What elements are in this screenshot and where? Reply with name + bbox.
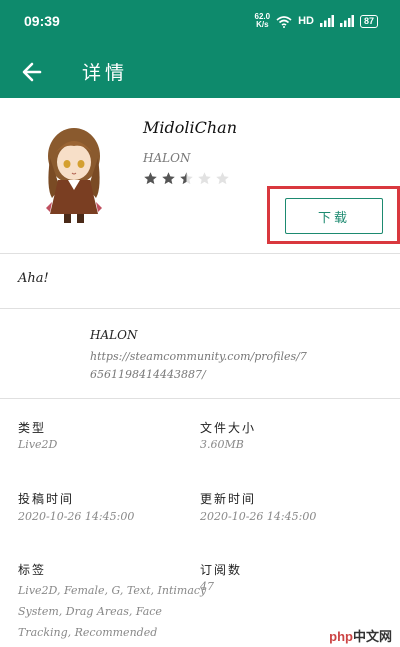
- type-label: 类型: [18, 421, 47, 435]
- arrow-left-icon: [22, 62, 42, 82]
- creator-block: HALON https://steamcommunity.com/profile…: [90, 328, 310, 384]
- submitted-label: 投稿时间: [18, 492, 75, 506]
- updated-label: 更新时间: [200, 492, 257, 506]
- page-title: 详情: [82, 62, 129, 84]
- star-filled-icon: [144, 172, 157, 185]
- size-label: 文件大小: [200, 421, 257, 435]
- hd-label: HD: [298, 15, 314, 27]
- status-time: 09:39: [24, 13, 60, 29]
- app-author: HALON: [143, 151, 191, 165]
- description-text: Aha!: [18, 271, 49, 286]
- divider: [0, 398, 400, 399]
- download-button[interactable]: 下载: [285, 198, 383, 234]
- watermark-suffix: 中文网: [352, 629, 392, 644]
- app-name: MidoliChan: [143, 118, 237, 137]
- star-empty-icon: [198, 172, 211, 185]
- network-speed: 62.0 K/s: [255, 13, 271, 29]
- star-half-icon: [180, 172, 193, 185]
- battery-icon: 87: [359, 14, 378, 28]
- app-bar: 详情: [0, 46, 400, 98]
- back-button[interactable]: [18, 58, 48, 86]
- subscriptions-label: 订阅数: [200, 563, 243, 577]
- watermark-logo: php中文网: [329, 626, 392, 645]
- rating-stars: [143, 171, 230, 186]
- submitted-value: 2020-10-26 14:45:00: [18, 510, 135, 523]
- signal-icon-2: [339, 15, 354, 27]
- wifi-icon: [276, 15, 292, 28]
- tags-value: Live2D, Female, G, Text, Intimacy System…: [18, 584, 207, 639]
- star-empty-icon: [216, 172, 229, 185]
- status-bar: 09:39 62.0 K/s HD 87: [0, 0, 400, 46]
- creator-link[interactable]: https://steamcommunity.com/profiles/7656…: [90, 348, 310, 384]
- watermark-brand: php: [329, 629, 353, 644]
- star-filled-icon: [162, 172, 175, 185]
- type-value: Live2D: [18, 438, 58, 451]
- avatar: [46, 128, 102, 223]
- divider: [0, 308, 400, 309]
- divider: [0, 253, 400, 254]
- size-value: 3.60MB: [200, 438, 244, 451]
- tags-label: 标签: [18, 563, 47, 577]
- network-speed-unit: K/s: [256, 20, 269, 29]
- status-icons: 62.0 K/s HD 87: [255, 13, 378, 29]
- subscriptions-value: 47: [200, 580, 214, 593]
- updated-value: 2020-10-26 14:45:00: [200, 510, 317, 523]
- creator-name: HALON: [90, 328, 138, 342]
- signal-icon: [319, 15, 334, 27]
